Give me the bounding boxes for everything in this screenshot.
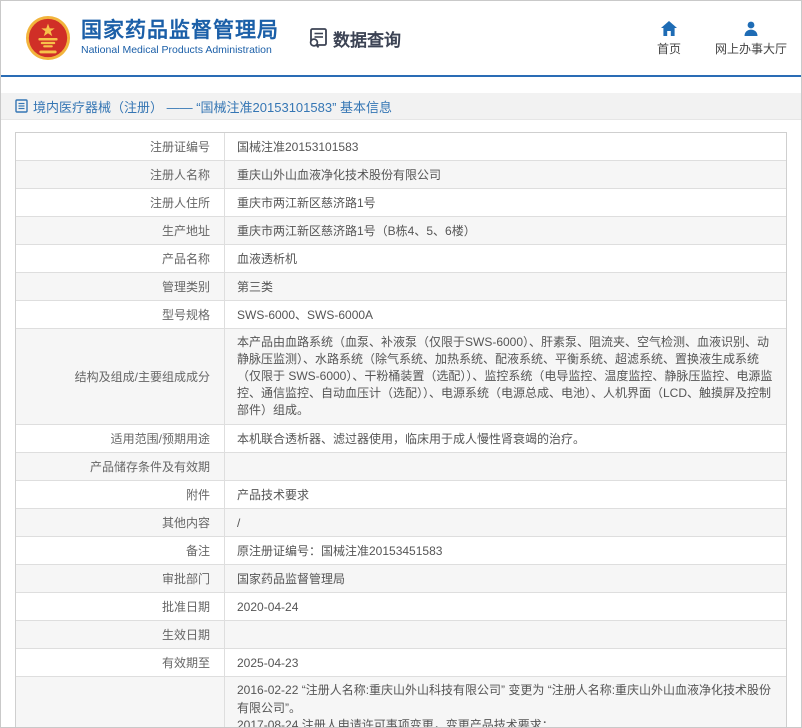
logo-text: 国家药品监督管理局 National Medical Products Admi… <box>81 19 279 57</box>
header-nav: 首页 网上办事大厅 <box>623 20 787 57</box>
table-row: 管理类别 第三类 <box>16 273 786 301</box>
row-label: 注册人名称 <box>16 161 225 188</box>
table-row: 注册人名称 重庆山外山血液净化技术股份有限公司 <box>16 161 786 189</box>
data-search-icon <box>307 27 329 49</box>
row-value: 国械注准20153101583 <box>225 133 786 160</box>
row-label: 注册人住所 <box>16 189 225 216</box>
row-value: 2025-04-23 <box>225 649 786 676</box>
row-value: 2016-02-22 “注册人名称:重庆山外山科技有限公司” 变更为 “注册人名… <box>225 677 786 728</box>
row-label: 批准日期 <box>16 593 225 620</box>
nav-online-hall-label: 网上办事大厅 <box>715 40 787 57</box>
change-line: 2017-08-24 注册人申请许可事项变更，变更产品技术要求： <box>237 717 776 728</box>
row-value: 产品技术要求 <box>225 481 786 508</box>
table-row: 批准日期 2020-04-24 <box>16 593 786 621</box>
row-label: 管理类别 <box>16 273 225 300</box>
nmpa-logo: 国家药品监督管理局 National Medical Products Admi… <box>25 15 279 61</box>
table-row: 附件 产品技术要求 <box>16 481 786 509</box>
table-row: 生产地址 重庆市两江新区慈济路1号（B栋4、5、6楼） <box>16 217 786 245</box>
user-icon <box>742 20 760 37</box>
table-row: 注册人住所 重庆市两江新区慈济路1号 <box>16 189 786 217</box>
row-label: 其他内容 <box>16 509 225 536</box>
row-label: 生效日期 <box>16 621 225 648</box>
data-query-section[interactable]: 数据查询 <box>307 26 401 51</box>
site-header: 国家药品监督管理局 National Medical Products Admi… <box>1 1 801 77</box>
row-value: 本机联合透析器、滤过器使用，临床用于成人慢性肾衰竭的治疗。 <box>225 425 786 452</box>
row-label: 附件 <box>16 481 225 508</box>
breadcrumb-text: 境内医疗器械（注册） —— “国械注准20153101583” 基本信息 <box>33 97 392 116</box>
table-row: 有效期至 2025-04-23 <box>16 649 786 677</box>
header-spacer <box>1 77 801 93</box>
table-row: 生效日期 <box>16 621 786 649</box>
row-label: 生产地址 <box>16 217 225 244</box>
row-value: 第三类 <box>225 273 786 300</box>
table-row: 其他内容 / <box>16 509 786 537</box>
row-value: 国家药品监督管理局 <box>225 565 786 592</box>
row-label: 适用范围/预期用途 <box>16 425 225 452</box>
table-row: 审批部门 国家药品监督管理局 <box>16 565 786 593</box>
nav-home-label: 首页 <box>657 40 681 57</box>
row-label: 产品储存条件及有效期 <box>16 453 225 480</box>
row-value: SWS-6000、SWS-6000A <box>225 301 786 328</box>
row-label: 产品名称 <box>16 245 225 272</box>
table-row: 适用范围/预期用途 本机联合透析器、滤过器使用，临床用于成人慢性肾衰竭的治疗。 <box>16 425 786 453</box>
nav-home[interactable]: 首页 <box>657 20 681 57</box>
row-value <box>225 453 786 480</box>
change-line: 2016-02-22 “注册人名称:重庆山外山科技有限公司” 变更为 “注册人名… <box>237 682 776 717</box>
row-label: 备注 <box>16 537 225 564</box>
row-label: 结构及组成/主要组成成分 <box>16 329 225 424</box>
data-query-label: 数据查询 <box>333 26 401 51</box>
table-row: 产品储存条件及有效期 <box>16 453 786 481</box>
home-icon <box>660 20 678 37</box>
table-row: 产品名称 血液透析机 <box>16 245 786 273</box>
row-value: 重庆市两江新区慈济路1号 <box>225 189 786 216</box>
document-icon <box>15 99 28 113</box>
row-label: 变更情况 <box>16 677 225 728</box>
table-row-changes: 变更情况 2016-02-22 “注册人名称:重庆山外山科技有限公司” 变更为 … <box>16 677 786 728</box>
site-subtitle: National Medical Products Administration <box>81 43 279 57</box>
table-row: 备注 原注册证编号：国械注准20153451583 <box>16 537 786 565</box>
page: 国家药品监督管理局 National Medical Products Admi… <box>0 0 802 728</box>
breadcrumb: 境内医疗器械（注册） —— “国械注准20153101583” 基本信息 <box>1 93 801 120</box>
registration-info-table: 注册证编号 国械注准20153101583 注册人名称 重庆山外山血液净化技术股… <box>15 132 787 728</box>
row-label: 型号规格 <box>16 301 225 328</box>
row-label: 有效期至 <box>16 649 225 676</box>
site-title: 国家药品监督管理局 <box>81 19 279 43</box>
row-value: 重庆市两江新区慈济路1号（B栋4、5、6楼） <box>225 217 786 244</box>
row-value: 2020-04-24 <box>225 593 786 620</box>
row-value <box>225 621 786 648</box>
row-value: 原注册证编号：国械注准20153451583 <box>225 537 786 564</box>
table-row: 型号规格 SWS-6000、SWS-6000A <box>16 301 786 329</box>
row-value: 重庆山外山血液净化技术股份有限公司 <box>225 161 786 188</box>
nav-online-hall[interactable]: 网上办事大厅 <box>715 20 787 57</box>
row-value: 本产品由血路系统（血泵、补液泵（仅限于SWS-6000）、肝素泵、阻流夹、空气检… <box>225 329 786 424</box>
row-label: 注册证编号 <box>16 133 225 160</box>
national-emblem-icon <box>25 15 71 61</box>
table-row-structure: 结构及组成/主要组成成分 本产品由血路系统（血泵、补液泵（仅限于SWS-6000… <box>16 329 786 425</box>
row-label: 审批部门 <box>16 565 225 592</box>
row-value: / <box>225 509 786 536</box>
row-value: 血液透析机 <box>225 245 786 272</box>
table-row: 注册证编号 国械注准20153101583 <box>16 133 786 161</box>
